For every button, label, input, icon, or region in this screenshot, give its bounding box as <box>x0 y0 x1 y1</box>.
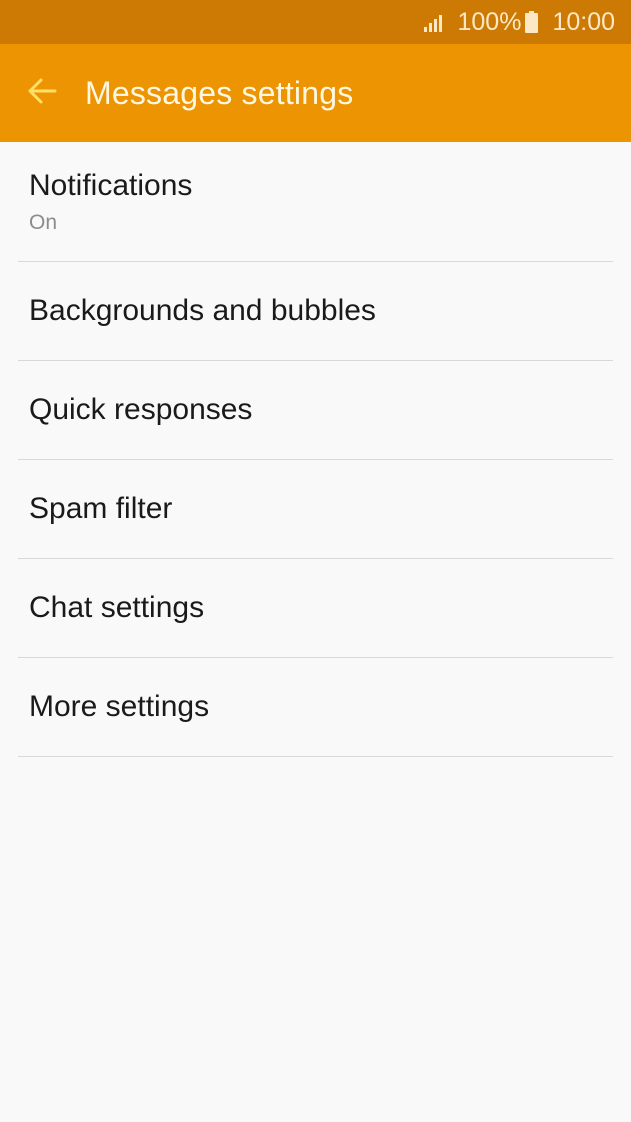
signal-icon <box>423 11 447 33</box>
settings-item-chat-settings[interactable]: Chat settings <box>18 559 613 658</box>
page-title: Messages settings <box>85 74 354 111</box>
settings-item-label: Notifications <box>29 168 193 202</box>
status-bar: 100% 10:00 <box>0 0 631 44</box>
app-bar: Messages settings <box>0 44 631 142</box>
settings-item-spam-filter[interactable]: Spam filter <box>18 460 613 559</box>
settings-item-label: Quick responses <box>29 393 253 426</box>
settings-item-quick-responses[interactable]: Quick responses <box>18 361 613 460</box>
arrow-left-icon <box>27 77 57 110</box>
settings-item-notifications[interactable]: Notifications On <box>18 142 613 262</box>
settings-item-label: Backgrounds and bubbles <box>29 294 376 327</box>
clock: 10:00 <box>552 7 615 36</box>
settings-item-more-settings[interactable]: More settings <box>18 658 613 757</box>
settings-list: Notifications On Backgrounds and bubbles… <box>0 142 631 757</box>
settings-item-label: Chat settings <box>29 591 205 624</box>
settings-item-label: More settings <box>29 690 210 723</box>
settings-item-label: Spam filter <box>29 492 173 525</box>
battery-icon <box>525 11 539 33</box>
battery-percent: 100% <box>457 7 522 36</box>
back-button[interactable] <box>27 78 57 108</box>
settings-item-subtitle: On <box>29 210 58 234</box>
settings-item-backgrounds-and-bubbles[interactable]: Backgrounds and bubbles <box>18 262 613 361</box>
